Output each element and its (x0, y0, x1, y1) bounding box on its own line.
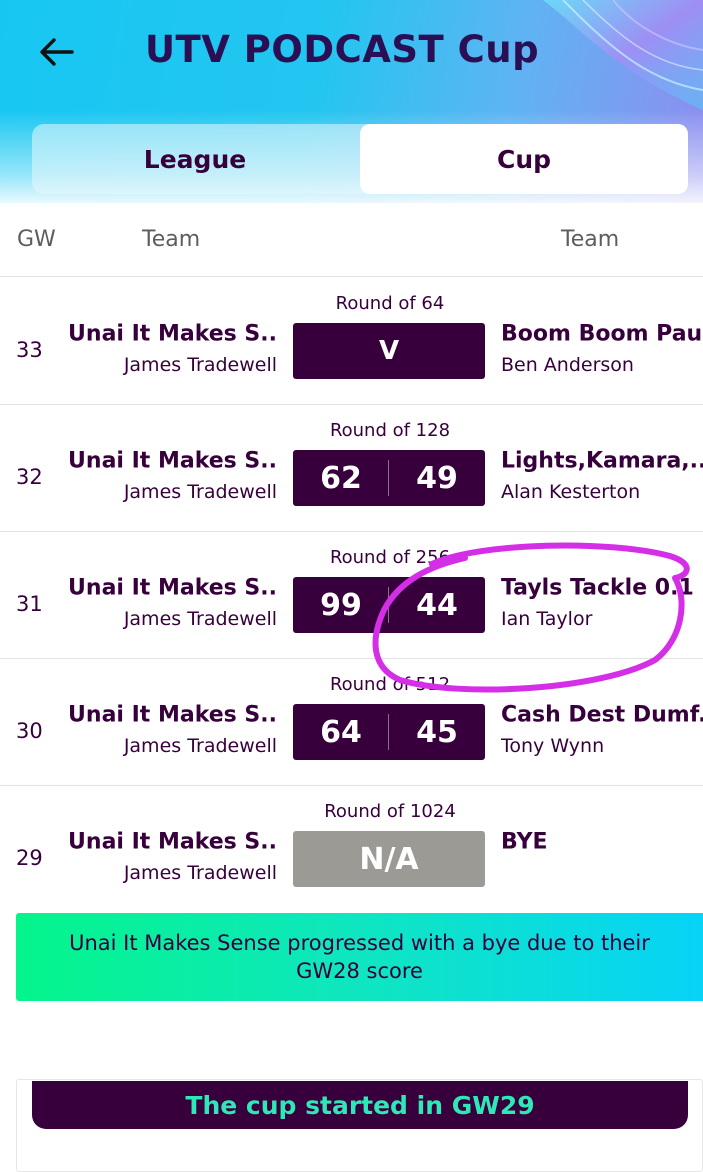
page-title: UTV PODCAST Cup (145, 28, 540, 71)
away-score: 44 (416, 587, 458, 623)
home-manager-name: James Tradewell (123, 862, 277, 884)
home-team-name: Unai It Makes S.. (68, 321, 277, 347)
versus-box: V (293, 323, 485, 379)
away-team-name: Tayls Tackle 0.1 (501, 575, 694, 601)
away-manager-name: Alan Kesterton (501, 481, 641, 503)
away-manager-name: Ben Anderson (501, 354, 634, 376)
away-team-name: Boom Boom Pau (501, 321, 703, 347)
gameweek-number: 33 (16, 338, 43, 362)
app-header: UTV PODCAST Cup League Cup (0, 0, 703, 203)
gameweek-number: 31 (16, 592, 43, 616)
fixture-row[interactable]: Round of 512 30 Unai It Makes S.. James … (0, 659, 703, 786)
tab-league[interactable]: League (32, 124, 358, 194)
column-header-gw: GW (17, 227, 56, 252)
home-team-name: Unai It Makes S.. (68, 575, 277, 601)
score-box: 99 44 (293, 577, 485, 633)
cup-started-label: The cup started in GW29 (32, 1081, 688, 1129)
tab-cup[interactable]: Cup (360, 124, 688, 194)
not-applicable-box: N/A (293, 831, 485, 887)
round-label: Round of 128 (329, 420, 451, 441)
bye-message-banner: Unai It Makes Sense progressed with a by… (16, 913, 703, 1001)
gameweek-number: 30 (16, 719, 43, 743)
home-score: 99 (320, 587, 362, 623)
table-header: GW Team Team (0, 203, 703, 277)
away-team-name: Cash Dest Dumf.. (501, 702, 703, 728)
away-score: 45 (416, 714, 458, 750)
fixture-row[interactable]: Round of 256 31 Unai It Makes S.. James … (0, 532, 703, 659)
round-label: Round of 64 (335, 293, 445, 314)
back-button[interactable] (32, 28, 80, 76)
tab-bar: League Cup (32, 124, 688, 194)
round-label: Round of 512 (329, 674, 451, 695)
score-box: 64 45 (293, 704, 485, 760)
home-team-name: Unai It Makes S.. (68, 702, 277, 728)
away-team-name: BYE (501, 829, 548, 855)
home-manager-name: James Tradewell (123, 481, 277, 503)
score-box: 62 49 (293, 450, 485, 506)
arrow-left-icon (40, 38, 74, 66)
round-label: Round of 1024 (324, 801, 456, 822)
home-team-name: Unai It Makes S.. (68, 448, 277, 474)
fixture-row[interactable]: Round of 128 32 Unai It Makes S.. James … (0, 405, 703, 532)
home-manager-name: James Tradewell (123, 354, 277, 376)
fixture-row[interactable]: Round of 1024 29 Unai It Makes S.. James… (0, 786, 703, 913)
column-header-away-team: Team (561, 227, 620, 252)
column-header-home-team: Team (142, 227, 201, 252)
gameweek-number: 32 (16, 465, 43, 489)
round-label: Round of 256 (329, 547, 451, 568)
fixture-row[interactable]: Round of 64 33 Unai It Makes S.. James T… (0, 278, 703, 405)
home-manager-name: James Tradewell (123, 735, 277, 757)
gameweek-number: 29 (16, 846, 43, 870)
home-score: 64 (320, 714, 362, 750)
home-score: 62 (320, 460, 362, 496)
home-manager-name: James Tradewell (123, 608, 277, 630)
away-team-name: Lights,Kamara,.. (501, 448, 703, 474)
away-score: 49 (416, 460, 458, 496)
away-manager-name: Tony Wynn (501, 735, 605, 757)
home-team-name: Unai It Makes S.. (68, 829, 277, 855)
away-manager-name: Ian Taylor (501, 608, 593, 630)
